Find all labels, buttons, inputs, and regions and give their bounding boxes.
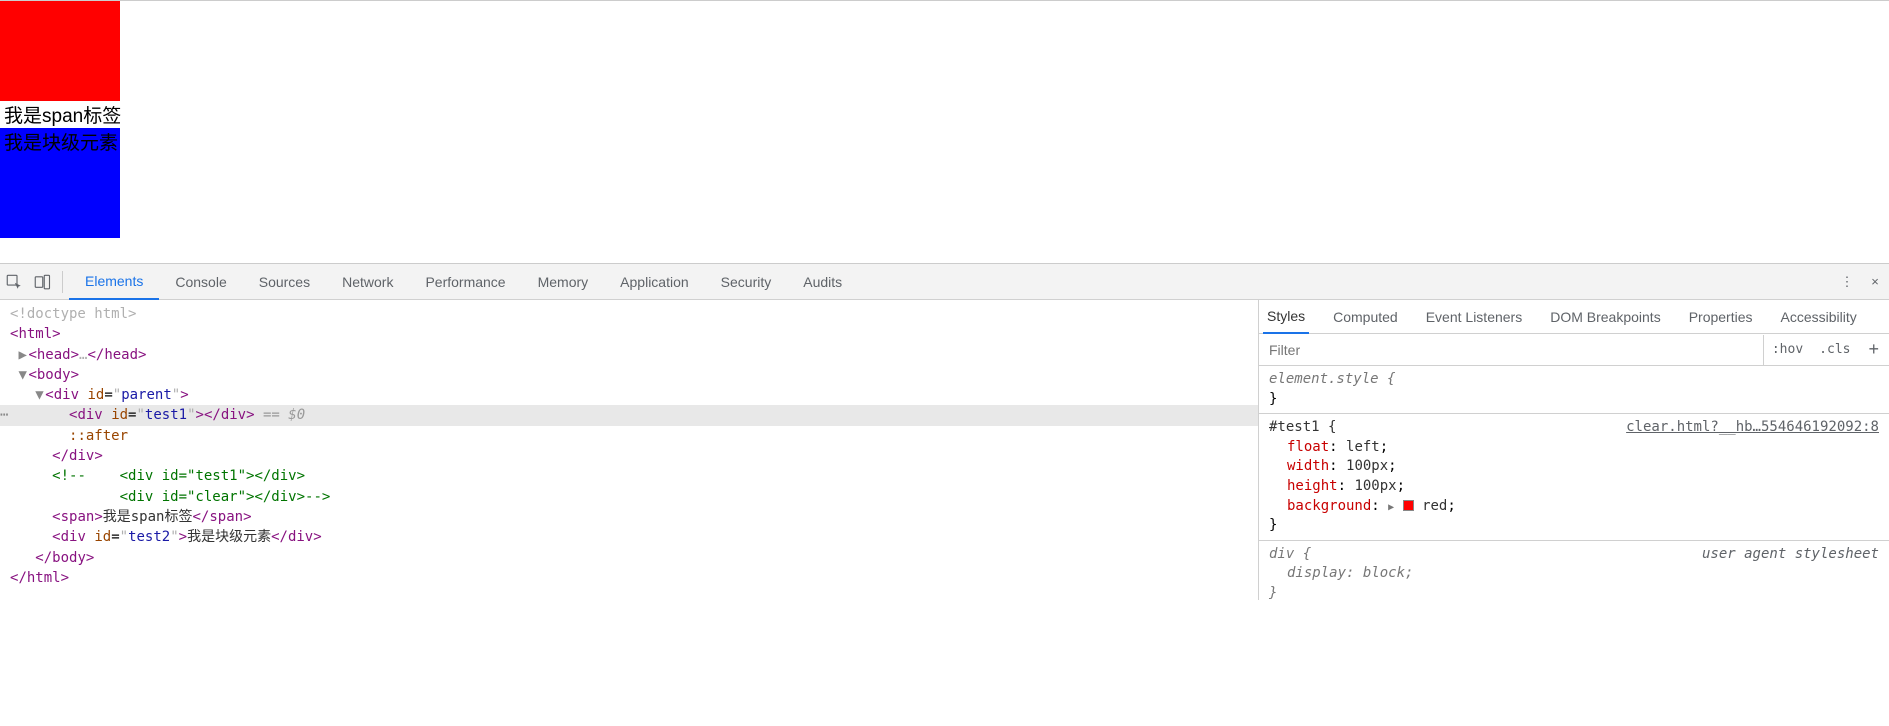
tab-performance[interactable]: Performance (409, 264, 521, 300)
tab-memory[interactable]: Memory (522, 264, 605, 300)
styles-tab-bar: Styles Computed Event Listeners DOM Brea… (1259, 300, 1889, 334)
tab-console[interactable]: Console (159, 264, 242, 300)
selected-element-row[interactable]: ⋯ <div id="test1"></div> == $0 (0, 405, 1258, 425)
devtools: Elements Console Sources Network Perform… (0, 263, 1889, 600)
tab-sources[interactable]: Sources (243, 264, 326, 300)
tab-security[interactable]: Security (705, 264, 788, 300)
tab-styles[interactable]: Styles (1263, 300, 1309, 334)
kebab-menu-icon[interactable]: ⋮ (1833, 264, 1861, 300)
styles-panel: Styles Computed Event Listeners DOM Brea… (1259, 300, 1889, 600)
elements-tree[interactable]: <!doctype html> <html> ▶<head>…</head> ▼… (0, 300, 1259, 600)
span-element: 我是span标签 (0, 101, 1889, 128)
devtools-tab-bar: Elements Console Sources Network Perform… (0, 264, 1889, 300)
rule-div-ua[interactable]: div { user agent stylesheet display: blo… (1259, 541, 1889, 600)
tab-event-listeners[interactable]: Event Listeners (1422, 300, 1527, 334)
tab-network[interactable]: Network (326, 264, 409, 300)
inspect-element-icon[interactable] (0, 264, 28, 300)
tab-computed[interactable]: Computed (1329, 300, 1402, 334)
styles-filter-input[interactable] (1259, 335, 1764, 365)
rule-element-style[interactable]: element.style { } (1259, 366, 1889, 414)
separator (62, 271, 63, 293)
hov-toggle[interactable]: :hov (1764, 342, 1811, 357)
device-toolbar-icon[interactable] (28, 264, 56, 300)
tab-accessibility[interactable]: Accessibility (1777, 300, 1861, 334)
tab-dom-breakpoints[interactable]: DOM Breakpoints (1546, 300, 1664, 334)
cls-toggle[interactable]: .cls (1811, 342, 1858, 357)
red-box (0, 1, 120, 101)
blue-box: 我是块级元素 (0, 128, 120, 238)
tab-properties[interactable]: Properties (1685, 300, 1757, 334)
rule-test1[interactable]: #test1 { clear.html?__hb…554646192092:8 … (1259, 414, 1889, 541)
source-link[interactable]: clear.html?__hb…554646192092:8 (1626, 418, 1879, 438)
tab-elements[interactable]: Elements (69, 264, 159, 300)
tab-audits[interactable]: Audits (787, 264, 858, 300)
page-preview: 我是span标签 我是块级元素 (0, 0, 1889, 263)
color-swatch[interactable] (1403, 500, 1414, 511)
new-style-rule-button[interactable]: + (1858, 339, 1889, 360)
styles-rules[interactable]: element.style { } #test1 { clear.html?__… (1259, 366, 1889, 600)
tab-application[interactable]: Application (604, 264, 705, 300)
close-icon[interactable]: × (1861, 264, 1889, 300)
styles-filter-row: :hov .cls + (1259, 334, 1889, 366)
ua-stylesheet-label: user agent stylesheet (1702, 545, 1879, 565)
